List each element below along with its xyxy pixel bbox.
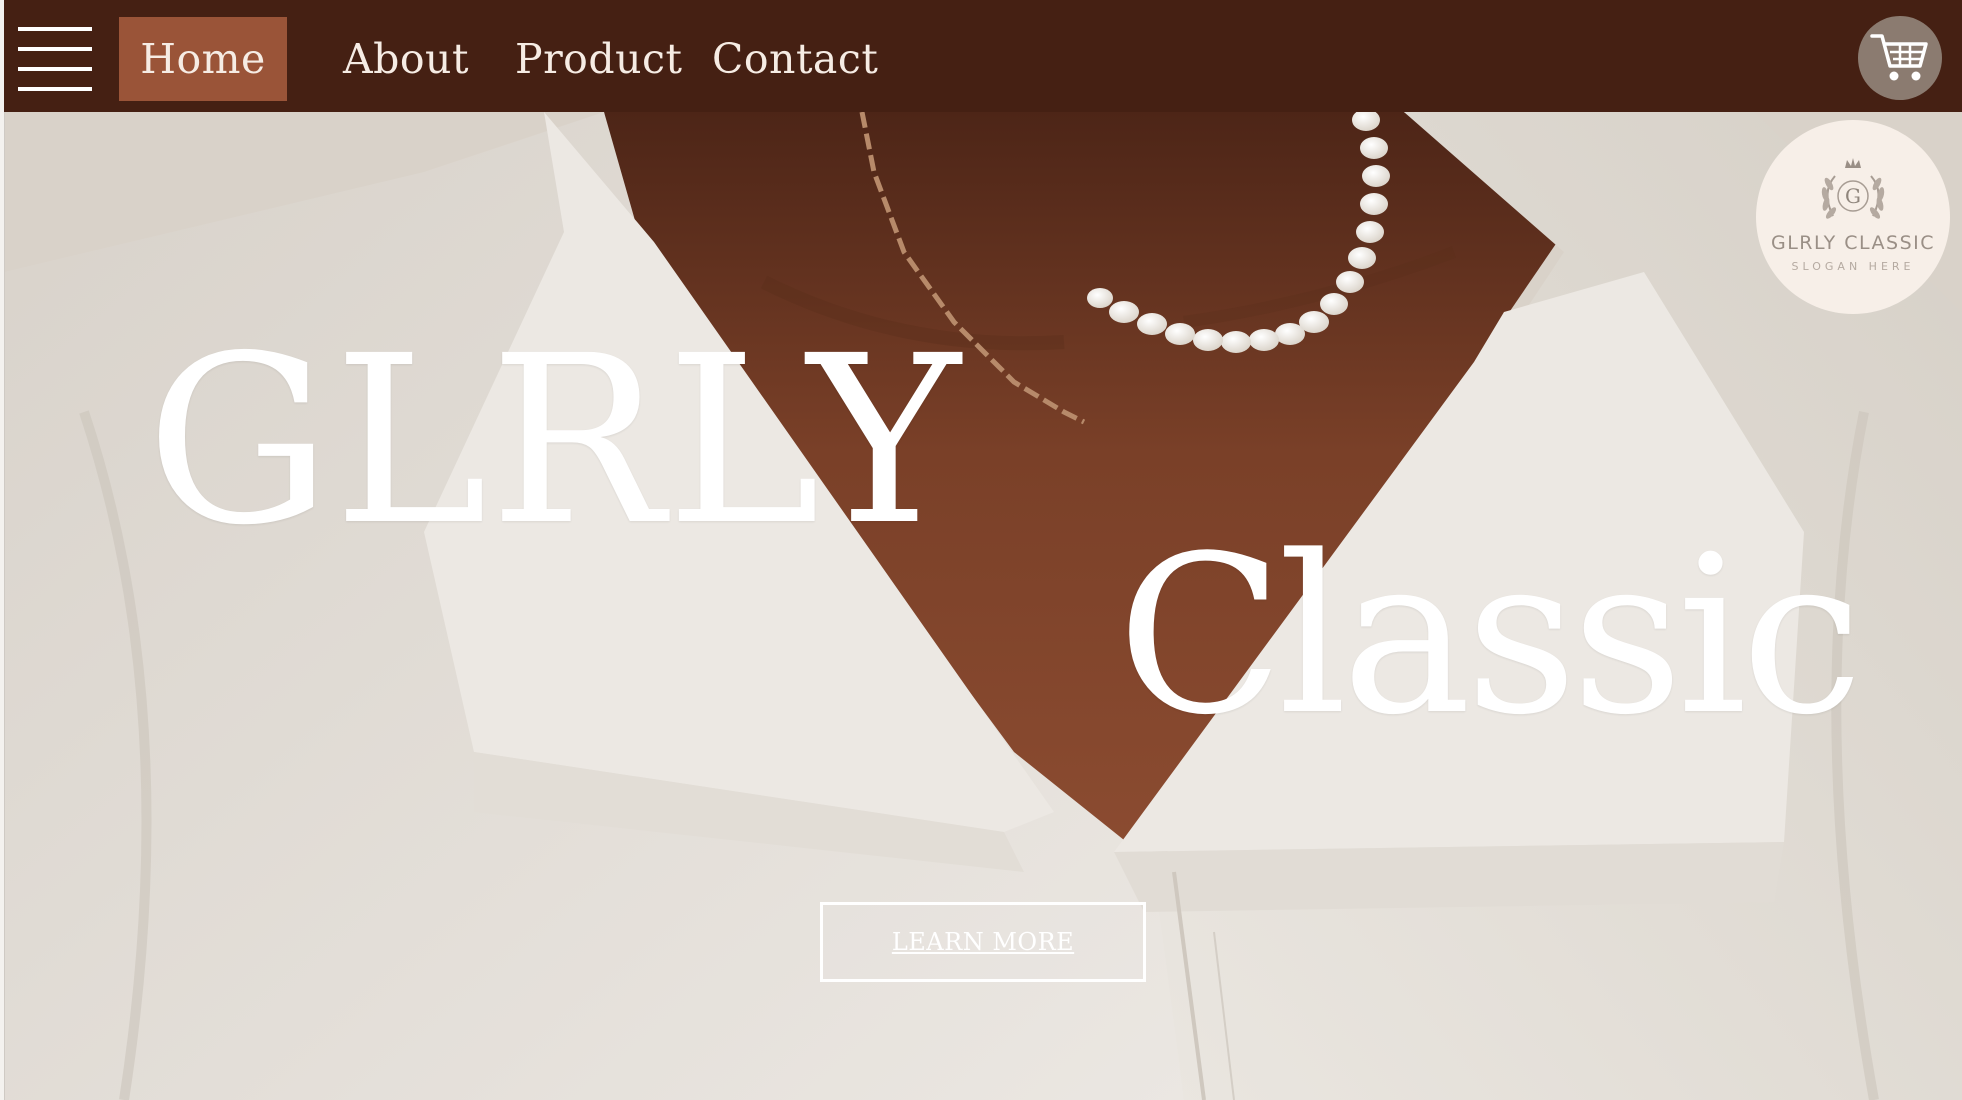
- brand-logo-badge[interactable]: G GLRLY CLASSIC SLOGAN HERE: [1756, 120, 1950, 314]
- logo-brand-name: GLRLY CLASSIC: [1771, 232, 1935, 254]
- nav-item-contact[interactable]: Contact: [712, 17, 878, 101]
- logo-initial: G: [1845, 184, 1861, 208]
- nav-item-product[interactable]: Product: [515, 17, 682, 101]
- top-navigation-bar: Home About Product Contact: [4, 0, 1962, 112]
- shopping-cart-icon: [1870, 34, 1928, 81]
- learn-more-button[interactable]: LEARN MORE: [820, 902, 1146, 982]
- hero-section: GLRLY Classic LEARN MORE: [4, 112, 1962, 1100]
- window-edge: [0, 0, 5, 1100]
- crown-laurel-emblem-icon: G: [1821, 158, 1885, 219]
- hero-title-classic: Classic: [1117, 510, 1863, 763]
- logo-slogan: SLOGAN HERE: [1791, 260, 1915, 273]
- nav-item-home[interactable]: Home: [119, 17, 287, 101]
- cart-button[interactable]: [1858, 16, 1942, 100]
- nav-item-about[interactable]: About: [343, 17, 469, 101]
- page: Home About Product Contact GLRLY Classic…: [0, 0, 1962, 1100]
- hamburger-menu-icon[interactable]: [18, 27, 92, 91]
- hero-title-glrly: GLRLY: [146, 306, 963, 576]
